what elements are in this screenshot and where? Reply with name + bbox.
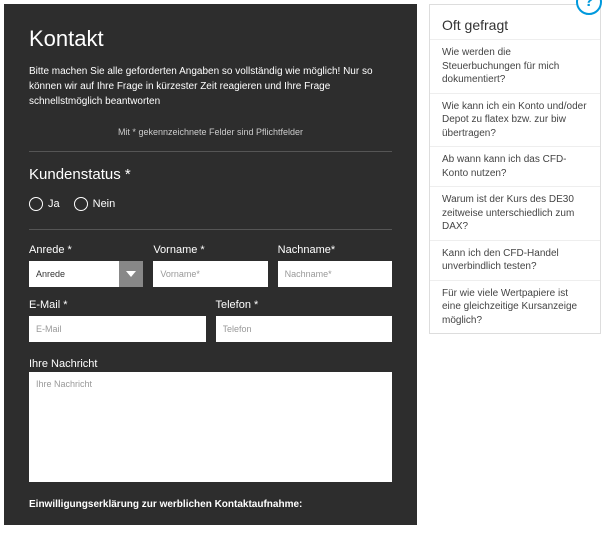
- phone-label: Telefon *: [216, 299, 393, 311]
- email-group: E-Mail *: [29, 299, 206, 342]
- chevron-down-icon: [119, 261, 143, 287]
- required-note: Mit * gekennzeichnete Felder sind Pflich…: [29, 127, 392, 137]
- radio-circle-icon: [29, 197, 43, 211]
- faq-list: Wie werden die Steuerbuchungen für mich …: [430, 39, 600, 333]
- lastname-group: Nachname*: [278, 244, 392, 287]
- divider: [29, 151, 392, 152]
- message-label: Ihre Nachricht: [29, 358, 97, 370]
- page-title: Kontakt: [29, 26, 392, 52]
- salutation-group: Anrede * Anrede: [29, 244, 143, 287]
- firstname-label: Vorname *: [153, 244, 267, 256]
- contact-form: Kontakt Bitte machen Sie alle geforderte…: [4, 4, 417, 525]
- faq-sidebar: ? Oft gefragt Wie werden die Steuerbuchu…: [429, 4, 601, 334]
- message-group: Ihre Nachricht: [29, 354, 392, 487]
- faq-item[interactable]: Für wie viele Wertpapiere ist eine gleic…: [430, 280, 600, 334]
- faq-item[interactable]: Warum ist der Kurs des DE30 zeitweise un…: [430, 186, 600, 240]
- radio-no-label: Nein: [93, 198, 116, 210]
- radio-no[interactable]: Nein: [74, 197, 116, 211]
- customer-status-radio-group: Ja Nein: [29, 197, 392, 211]
- divider: [29, 229, 392, 230]
- lastname-input[interactable]: [278, 261, 392, 287]
- lastname-label: Nachname*: [278, 244, 392, 256]
- faq-item[interactable]: Wie kann ich ein Konto und/oder Depot zu…: [430, 93, 600, 147]
- faq-item[interactable]: Ab wann kann ich das CFD-Konto nutzen?: [430, 146, 600, 186]
- faq-item[interactable]: Kann ich den CFD-Handel unverbindlich te…: [430, 240, 600, 280]
- email-input[interactable]: [29, 316, 206, 342]
- phone-input[interactable]: [216, 316, 393, 342]
- radio-yes-label: Ja: [48, 198, 60, 210]
- salutation-select[interactable]: Anrede: [29, 261, 143, 287]
- radio-circle-icon: [74, 197, 88, 211]
- message-textarea[interactable]: [29, 372, 392, 482]
- firstname-group: Vorname *: [153, 244, 267, 287]
- salutation-label: Anrede *: [29, 244, 143, 256]
- salutation-value: Anrede: [29, 261, 119, 287]
- email-label: E-Mail *: [29, 299, 206, 311]
- customer-status-heading: Kundenstatus *: [29, 166, 392, 183]
- sidebar-title: Oft gefragt: [430, 5, 600, 39]
- faq-item[interactable]: Wie werden die Steuerbuchungen für mich …: [430, 39, 600, 93]
- phone-group: Telefon *: [216, 299, 393, 342]
- intro-text: Bitte machen Sie alle geforderten Angabe…: [29, 64, 392, 109]
- consent-heading: Einwilligungserklärung zur werblichen Ko…: [29, 499, 392, 510]
- radio-yes[interactable]: Ja: [29, 197, 60, 211]
- firstname-input[interactable]: [153, 261, 267, 287]
